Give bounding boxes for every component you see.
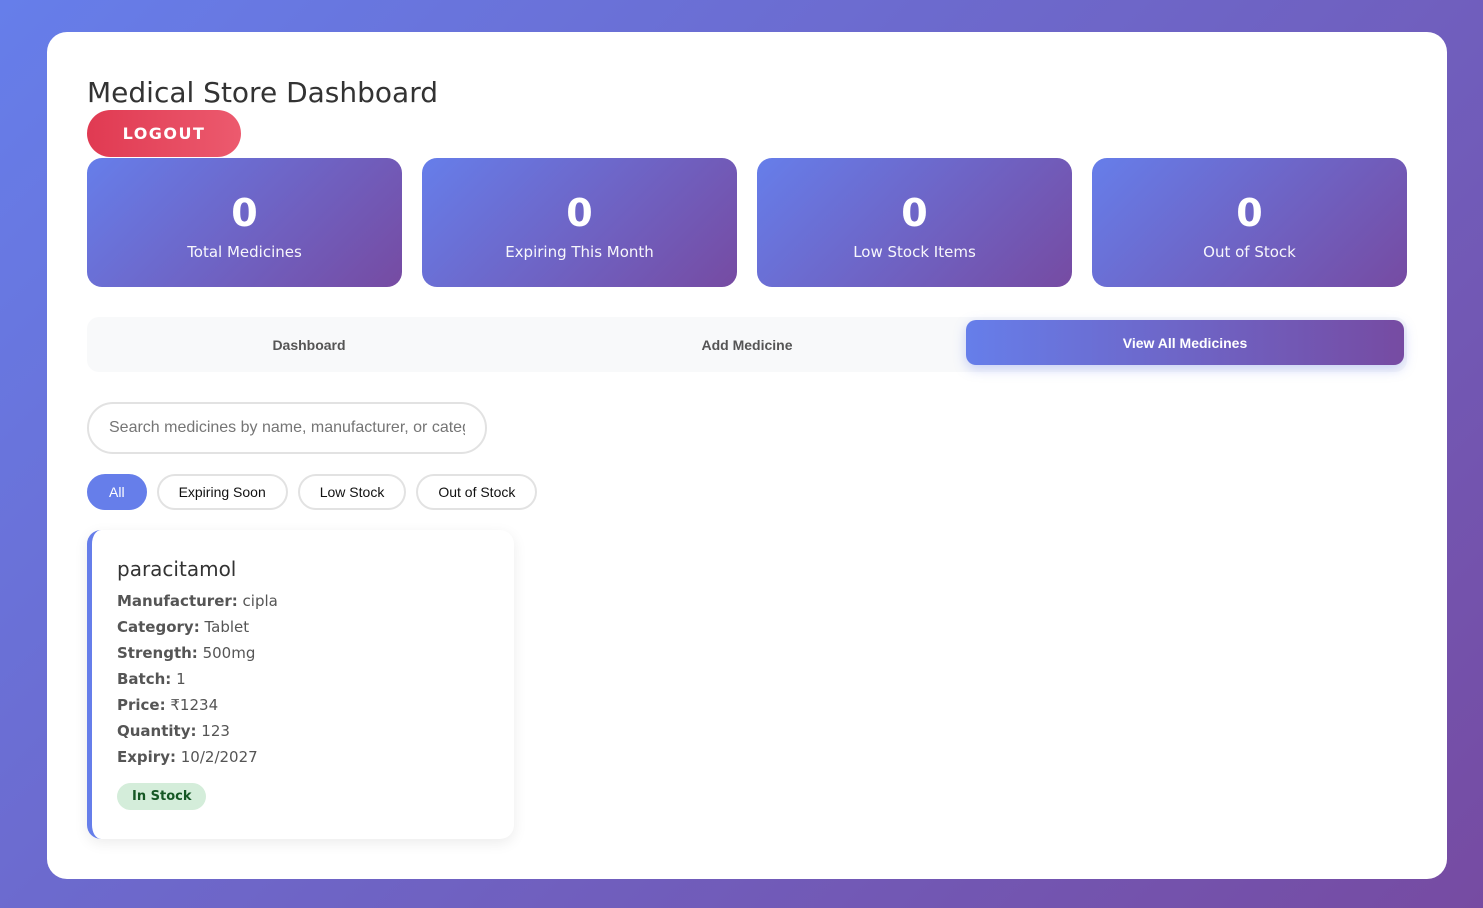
- stat-label: Out of Stock: [1203, 242, 1296, 261]
- medicine-expiry: Expiry: 10/2/2027: [117, 744, 489, 770]
- stat-card-expiring-this-month: 0 Expiring This Month: [422, 158, 737, 287]
- stat-card-total-medicines: 0 Total Medicines: [87, 158, 402, 287]
- field-label: Batch:: [117, 670, 172, 688]
- field-value: 500mg: [202, 644, 256, 662]
- stat-card-out-of-stock: 0 Out of Stock: [1092, 158, 1407, 287]
- field-label: Manufacturer:: [117, 592, 238, 610]
- stat-value: 0: [566, 190, 593, 235]
- medicine-batch: Batch: 1: [117, 666, 489, 692]
- stat-card-low-stock-items: 0 Low Stock Items: [757, 158, 1072, 287]
- stat-value: 0: [901, 190, 928, 235]
- medicine-name: paracitamol: [117, 557, 237, 581]
- nav-tabs: Dashboard Add Medicine View All Medicine…: [87, 317, 1407, 372]
- medicine-price: Price: ₹1234: [117, 692, 489, 718]
- tab-view-all-medicines[interactable]: View All Medicines: [966, 320, 1404, 365]
- stat-label: Low Stock Items: [853, 242, 976, 261]
- stat-value: 0: [231, 190, 258, 235]
- page-title: Medical Store Dashboard: [87, 76, 438, 109]
- medicine-manufacturer: Manufacturer: cipla: [117, 588, 489, 614]
- field-value: 123: [201, 722, 230, 740]
- status-badge: In Stock: [117, 783, 207, 810]
- logout-button[interactable]: LOGOUT: [87, 110, 241, 157]
- field-label: Strength:: [117, 644, 198, 662]
- field-value: cipla: [242, 592, 278, 610]
- stat-label: Expiring This Month: [505, 242, 654, 261]
- field-value: Tablet: [204, 618, 250, 636]
- field-label: Expiry:: [117, 748, 176, 766]
- stats-row: 0 Total Medicines 0 Expiring This Month …: [87, 158, 1407, 287]
- field-label: Price:: [117, 696, 166, 714]
- stat-label: Total Medicines: [187, 242, 302, 261]
- medicine-quantity: Quantity: 123: [117, 718, 489, 744]
- field-value: 10/2/2027: [180, 748, 258, 766]
- filter-out-of-stock-button[interactable]: Out of Stock: [416, 474, 538, 510]
- tab-dashboard[interactable]: Dashboard: [90, 320, 528, 369]
- search-input[interactable]: [87, 402, 487, 454]
- filter-expiring-soon-button[interactable]: Expiring Soon: [156, 474, 288, 510]
- main-container: Medical Store Dashboard LOGOUT 0 Total M…: [47, 32, 1447, 879]
- medicine-card: paracitamol Manufacturer: cipla Category…: [87, 530, 514, 839]
- filter-all-button[interactable]: All: [87, 474, 147, 510]
- filter-bar: All Expiring Soon Low Stock Out of Stock: [87, 474, 538, 510]
- medicine-strength: Strength: 500mg: [117, 640, 489, 666]
- filter-low-stock-button[interactable]: Low Stock: [297, 474, 407, 510]
- field-label: Category:: [117, 618, 200, 636]
- field-value: ₹1234: [170, 696, 219, 714]
- field-label: Quantity:: [117, 722, 197, 740]
- tab-add-medicine[interactable]: Add Medicine: [528, 320, 966, 369]
- medicine-category: Category: Tablet: [117, 614, 489, 640]
- field-value: 1: [176, 670, 186, 688]
- stat-value: 0: [1236, 190, 1263, 235]
